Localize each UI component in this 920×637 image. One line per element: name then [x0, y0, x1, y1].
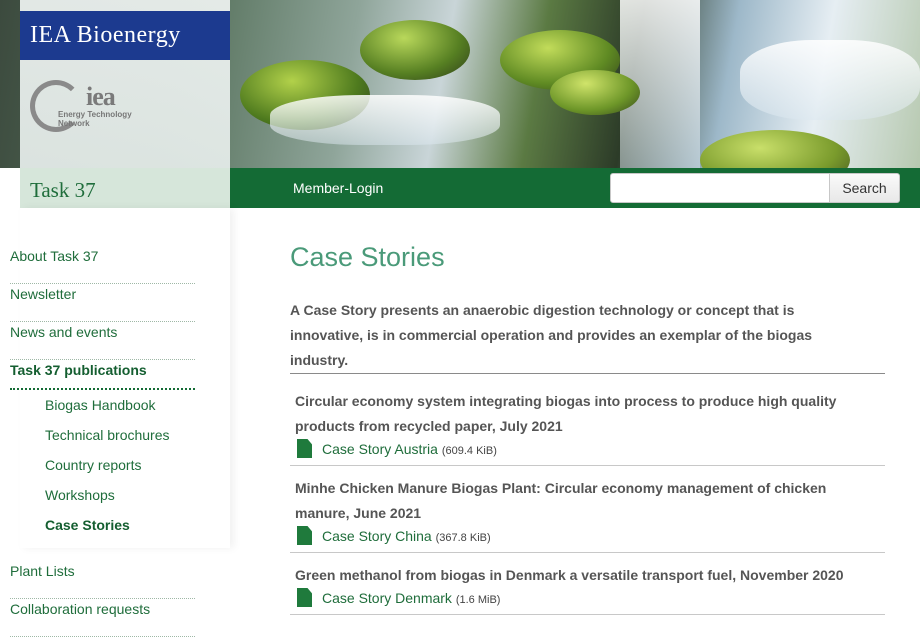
- sidebar-item-label: News and events: [10, 324, 118, 340]
- case-story-title: Green methanol from biogas in Denmark a …: [295, 567, 844, 583]
- sidebar-subitem-technical-brochures[interactable]: Technical brochures: [45, 425, 170, 445]
- case-story-file-size: (1.6 MiB): [455, 594, 501, 606]
- iea-logo[interactable]: iea Energy Technology Network: [30, 80, 160, 140]
- pdf-file-icon: [297, 588, 312, 607]
- sidebar-item-plant-lists[interactable]: Plant Lists: [10, 561, 195, 599]
- sidebar-subitem-case-stories[interactable]: Case Stories: [45, 515, 130, 535]
- member-login-link[interactable]: Member-Login: [293, 168, 383, 208]
- sidebar-item-newsletter[interactable]: Newsletter: [10, 284, 195, 322]
- sidebar-item-about[interactable]: About Task 37: [10, 246, 195, 284]
- sidebar-item-label: Collaboration requests: [10, 601, 151, 617]
- logo-text: iea: [86, 82, 116, 111]
- case-story-file-size: (609.4 KiB): [441, 445, 497, 457]
- sidebar-item-label: Plant Lists: [10, 563, 75, 579]
- case-story-title: Minhe Chicken Manure Biogas Plant: Circu…: [295, 480, 827, 521]
- intro-text: A Case Story presents an anaerobic diges…: [290, 302, 813, 368]
- sidebar-item-label: About Task 37: [10, 248, 99, 264]
- case-story-item: Green methanol from biogas in Denmark a …: [290, 563, 885, 615]
- case-story-file-size: (367.8 KiB): [435, 532, 491, 544]
- sidebar-item-news-events[interactable]: News and events: [10, 322, 195, 360]
- sidebar-subitem-biogas-handbook[interactable]: Biogas Handbook: [45, 395, 156, 415]
- sidebar-item-label: Newsletter: [10, 286, 77, 302]
- case-story-item: Minhe Chicken Manure Biogas Plant: Circu…: [290, 476, 885, 553]
- sidebar-item-collaboration-requests[interactable]: Collaboration requests: [10, 599, 195, 637]
- search-button[interactable]: Search: [829, 173, 900, 203]
- pdf-file-icon: [297, 439, 312, 458]
- divider: [290, 373, 885, 374]
- case-story-file-label[interactable]: Case Story Austria: [322, 441, 438, 457]
- site-title[interactable]: IEA Bioenergy: [20, 11, 230, 60]
- page-title: Case Stories: [290, 242, 445, 272]
- case-story-title: Circular economy system integrating biog…: [295, 393, 837, 434]
- pdf-file-icon: [297, 526, 312, 545]
- sidebar-item-publications[interactable]: Task 37 publications: [10, 360, 195, 390]
- task-label[interactable]: Task 37: [30, 168, 96, 208]
- sidebar-subitem-workshops[interactable]: Workshops: [45, 485, 115, 505]
- sidebar-subitem-country-reports[interactable]: Country reports: [45, 455, 141, 475]
- logo-subtitle: Energy Technology Network: [58, 110, 132, 128]
- sidebar-item-label: Task 37 publications: [10, 362, 147, 378]
- case-story-file-label[interactable]: Case Story China: [322, 528, 432, 544]
- case-story-file-label[interactable]: Case Story Denmark: [322, 590, 452, 606]
- search-input[interactable]: [610, 173, 830, 203]
- case-story-item: Circular economy system integrating biog…: [290, 389, 885, 466]
